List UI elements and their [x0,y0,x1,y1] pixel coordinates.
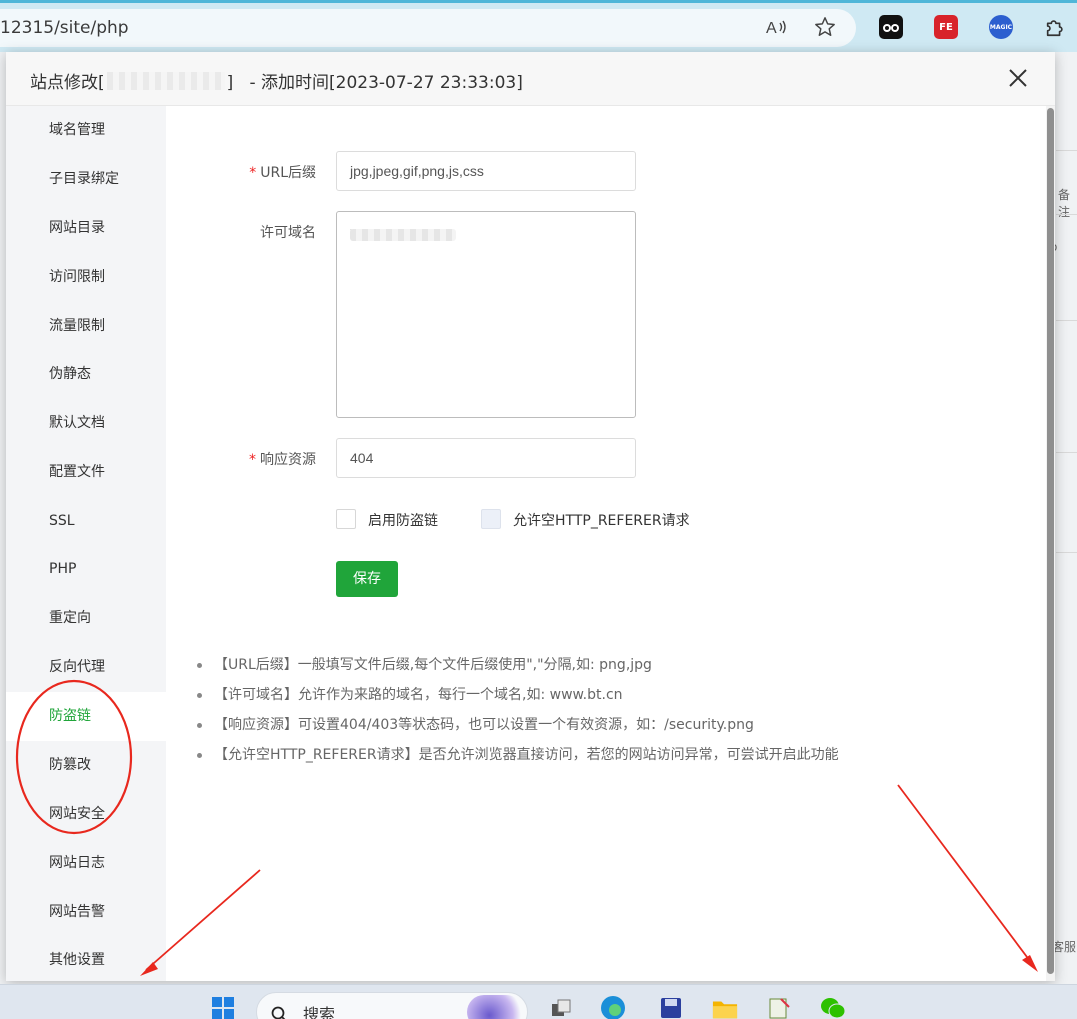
sidebar-item-tamper-proof[interactable]: 防篡改 [6,741,166,790]
search-label: 搜索 [303,1005,336,1019]
sidebar-item-access-limit[interactable]: 访问限制 [6,253,166,302]
allowed-domains-textarea[interactable]: w [336,211,636,418]
edge-browser-icon[interactable] [600,995,626,1019]
sidebar-item-site-security[interactable]: 网站安全 [6,790,166,839]
magic-extension-label: MAGIC [989,23,1013,31]
bg-divider [1056,452,1077,453]
read-aloud-icon[interactable]: A [764,15,788,39]
enable-hotlink-label[interactable]: 启用防盗链 [368,510,438,530]
allowed-domains-label: 许可域名 [260,225,316,241]
sidebar-item-site-dir[interactable]: 网站目录 [6,204,166,253]
sidebar-item-reverse-proxy[interactable]: 反向代理 [6,643,166,692]
star-icon[interactable] [813,15,837,39]
tip-url-suffix: 【URL后缀】一般填写文件后缀,每个文件后缀使用","分隔,如: png,jpg [194,654,839,684]
close-icon [1009,69,1027,87]
sidebar-item-ssl[interactable]: SSL [6,497,166,546]
tip-allow-empty-referer: 【允许空HTTP_REFERER请求】是否允许浏览器直接访问，若您的网站访问异常… [194,744,839,774]
file-explorer-icon[interactable] [712,995,738,1019]
tip-allowed-domains: 【许可域名】允许作为来路的域名，每行一个域名,如: www.bt.cn [194,684,839,714]
sidebar-item-rewrite[interactable]: 伪静态 [6,350,166,399]
allow-empty-referer-checkbox[interactable] [481,509,501,529]
svg-text:A: A [766,20,777,37]
magic-extension-icon[interactable]: MAGIC [989,15,1013,39]
wechat-icon[interactable] [820,995,846,1019]
tampermonkey-icon[interactable] [879,15,903,39]
sidebar-item-redirect[interactable]: 重定向 [6,594,166,643]
address-bar[interactable]: 12315/site/php [0,9,856,47]
bg-fragment-service: 客服 [1052,940,1077,954]
response-label-text: 响应资源 [260,452,316,468]
url-suffix-label: * URL后缀 [166,162,316,182]
redacted-domain-text [350,229,456,241]
settings-sidebar: 域名管理 子目录绑定 网站目录 访问限制 流量限制 伪静态 默认文档 配置文件 … [6,106,166,981]
help-tips: 【URL后缀】一般填写文件后缀,每个文件后缀使用","分隔,如: png,jpg… [194,654,839,774]
url-suffix-label-text: URL后缀 [260,165,316,181]
save-button[interactable]: 保存 [336,561,398,597]
modal-title-suffix: ] - 添加时间[2023-07-27 23:33:03] [226,73,523,93]
modal-header: 站点修改[ ] - 添加时间[2023-07-27 23:33:03] [6,52,1055,106]
sidebar-item-php[interactable]: PHP [6,545,166,594]
modal-title: 站点修改[ ] - 添加时间[2023-07-27 23:33:03] [30,68,523,93]
site-edit-modal: 站点修改[ ] - 添加时间[2023-07-27 23:33:03] 域名管理 … [6,52,1055,981]
enable-hotlink-checkbox[interactable] [336,509,356,529]
sidebar-item-config-file[interactable]: 配置文件 [6,448,166,497]
close-button[interactable] [1005,66,1031,92]
scrollbar-thumb[interactable] [1047,108,1054,974]
extensions-puzzle-icon[interactable] [1043,15,1067,39]
required-mark: * [249,165,257,181]
task-view-icon[interactable] [548,995,574,1019]
sidebar-item-domains[interactable]: 域名管理 [6,106,166,155]
url-suffix-input[interactable]: jpg,jpeg,gif,png,js,css [336,151,636,191]
search-highlight-icon [467,995,523,1019]
taskbar-search[interactable]: 搜索 [256,992,528,1019]
search-icon [271,1006,286,1019]
sidebar-item-other-settings[interactable]: 其他设置 [6,936,166,985]
save-app-icon[interactable] [658,995,684,1019]
allow-empty-referer-label[interactable]: 允许空HTTP_REFERER请求 [513,510,690,530]
response-input[interactable]: 404 [336,438,636,478]
modal-title-prefix: 站点修改[ [30,73,105,93]
sidebar-item-traffic-limit[interactable]: 流量限制 [6,302,166,351]
modal-scrollbar[interactable] [1046,106,1055,981]
address-url[interactable]: 12315/site/php [0,18,129,38]
bg-divider [1056,552,1077,553]
hotlink-settings-panel: *URL后缀 jpg,jpeg,gif,png,js,css 许可域名 w *响… [166,106,1046,981]
sidebar-item-default-doc[interactable]: 默认文档 [6,399,166,448]
fe-helper-icon[interactable]: FE [934,15,958,39]
sidebar-item-site-logs[interactable]: 网站日志 [6,839,166,888]
required-mark: * [249,452,256,468]
bg-divider [1056,150,1077,151]
fe-helper-label: FE [939,21,953,33]
windows-start-icon[interactable] [210,995,236,1019]
bg-divider [1056,320,1077,321]
notepad-icon[interactable] [766,995,792,1019]
sidebar-item-site-alerts[interactable]: 网站告警 [6,888,166,937]
tip-response: 【响应资源】可设置404/403等状态码，也可以设置一个有效资源，如：/secu… [194,714,839,744]
sidebar-item-subdir-binding[interactable]: 子目录绑定 [6,155,166,204]
windows-taskbar: 搜索 [0,984,1077,1019]
browser-toolbar: 12315/site/php A FE MAGIC [0,0,1077,52]
response-label: * 响应资源 [166,449,316,469]
bg-divider [1056,214,1077,215]
redacted-site-name [106,72,225,90]
sidebar-item-hotlink-protection[interactable]: 防盗链 [6,692,166,741]
